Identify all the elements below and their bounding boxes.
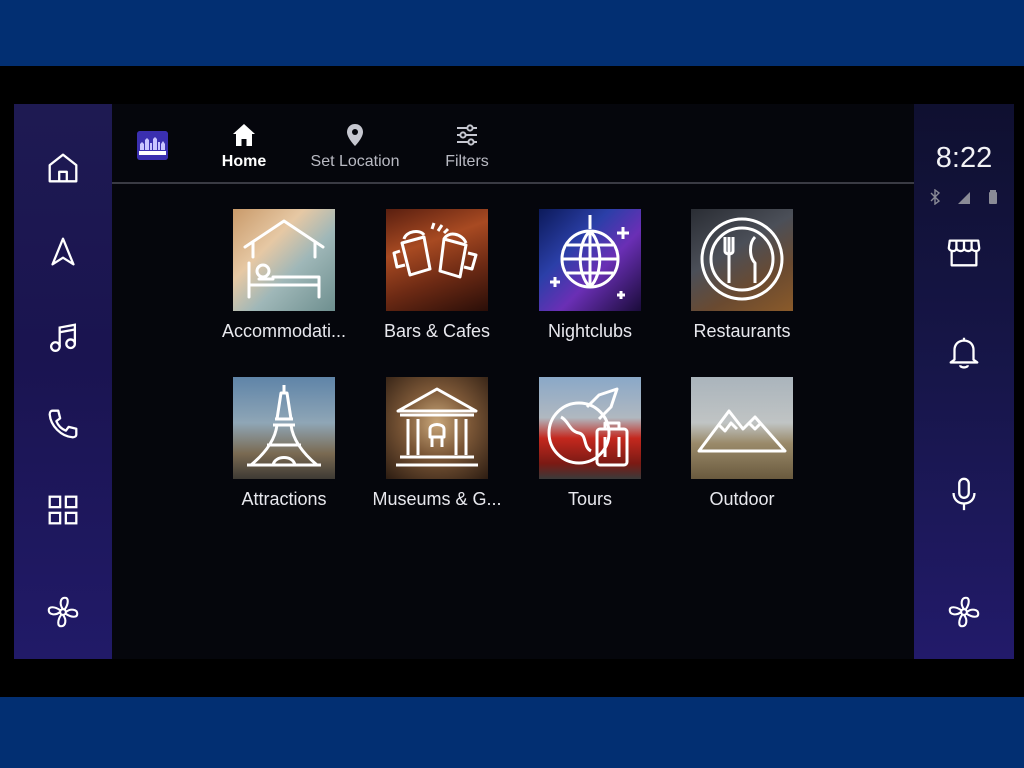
store-icon xyxy=(947,239,981,267)
category-museums[interactable]: Museums & G... xyxy=(362,377,512,517)
nav-home[interactable]: Home xyxy=(221,122,267,174)
restaurants-thumbnail xyxy=(691,209,793,311)
bars-cafes-thumbnail xyxy=(386,209,488,311)
climate-fan-rail-button[interactable] xyxy=(37,586,89,638)
category-label: Museums & G... xyxy=(372,489,502,509)
category-restaurants[interactable]: Restaurants xyxy=(667,209,817,349)
infotainment-screen: Home Set Location Filters Accommodati...… xyxy=(14,104,1014,659)
navigation-arrow-icon xyxy=(51,237,75,266)
store-rail-button[interactable] xyxy=(938,226,990,278)
category-label: Attractions xyxy=(241,489,327,509)
phone-rail-button[interactable] xyxy=(37,398,89,450)
nav-filters-label: Filters xyxy=(445,153,489,170)
category-tours[interactable]: Tours xyxy=(515,377,665,517)
status-icons xyxy=(928,188,1000,206)
left-system-rail xyxy=(14,104,112,659)
home-rail-button[interactable] xyxy=(37,142,89,194)
signal-icon xyxy=(958,192,970,204)
bell-icon xyxy=(949,337,979,369)
nav-filters[interactable]: Filters xyxy=(442,122,492,174)
city-skyline-logo-icon xyxy=(137,131,168,160)
home-icon xyxy=(48,153,78,183)
fan-icon xyxy=(948,596,980,628)
notifications-rail-button[interactable] xyxy=(938,326,990,378)
category-label: Tours xyxy=(567,489,612,509)
fan-icon xyxy=(47,596,79,628)
beer-mugs-icon xyxy=(392,222,478,279)
clock: 8:22 xyxy=(935,142,993,174)
nav-set-location[interactable]: Set Location xyxy=(307,122,403,174)
category-bars-cafes[interactable]: Bars & Cafes xyxy=(362,209,512,349)
battery-icon xyxy=(989,190,997,204)
nightclubs-thumbnail xyxy=(539,209,641,311)
category-nightclubs[interactable]: Nightclubs xyxy=(515,209,665,349)
museum-icon xyxy=(396,387,478,467)
home-icon xyxy=(233,124,255,146)
category-label: Outdoor xyxy=(709,489,775,509)
accommodation-thumbnail xyxy=(233,209,335,311)
disco-ball-icon xyxy=(550,215,629,299)
house-bed-icon xyxy=(243,219,325,299)
category-attractions[interactable]: Attractions xyxy=(209,377,359,517)
category-accommodation[interactable]: Accommodati... xyxy=(209,209,359,349)
nav-set-location-label: Set Location xyxy=(310,153,400,170)
voice-rail-button[interactable] xyxy=(938,468,990,520)
museums-thumbnail xyxy=(386,377,488,479)
outdoor-thumbnail xyxy=(691,377,793,479)
navigation-rail-button[interactable] xyxy=(37,226,89,278)
apps-grid-icon xyxy=(48,495,78,525)
nav-home-label: Home xyxy=(221,153,267,170)
category-label: Restaurants xyxy=(693,321,791,341)
category-outdoor[interactable]: Outdoor xyxy=(667,377,817,517)
category-label: Bars & Cafes xyxy=(383,321,491,341)
tours-thumbnail xyxy=(539,377,641,479)
sliders-icon xyxy=(457,124,477,146)
music-note-icon xyxy=(49,323,77,352)
app-logo[interactable] xyxy=(137,131,168,160)
attractions-thumbnail xyxy=(233,377,335,479)
mountains-icon xyxy=(697,409,787,453)
eiffel-tower-icon xyxy=(247,385,321,467)
globe-plane-luggage-icon xyxy=(547,387,629,467)
category-label: Accommodati... xyxy=(221,321,347,341)
main-content: Home Set Location Filters Accommodati...… xyxy=(112,104,914,659)
top-navigation-bar: Home Set Location Filters xyxy=(112,104,914,184)
climate-fan-rail-button-right[interactable] xyxy=(938,586,990,638)
microphone-icon xyxy=(952,477,976,511)
plate-cutlery-icon xyxy=(700,217,784,301)
location-pin-icon xyxy=(347,124,363,146)
bluetooth-icon xyxy=(930,189,941,205)
category-label: Nightclubs xyxy=(547,321,633,341)
apps-rail-button[interactable] xyxy=(37,484,89,536)
music-rail-button[interactable] xyxy=(37,312,89,364)
right-status-rail: 8:22 xyxy=(914,104,1014,659)
phone-icon xyxy=(48,409,78,439)
